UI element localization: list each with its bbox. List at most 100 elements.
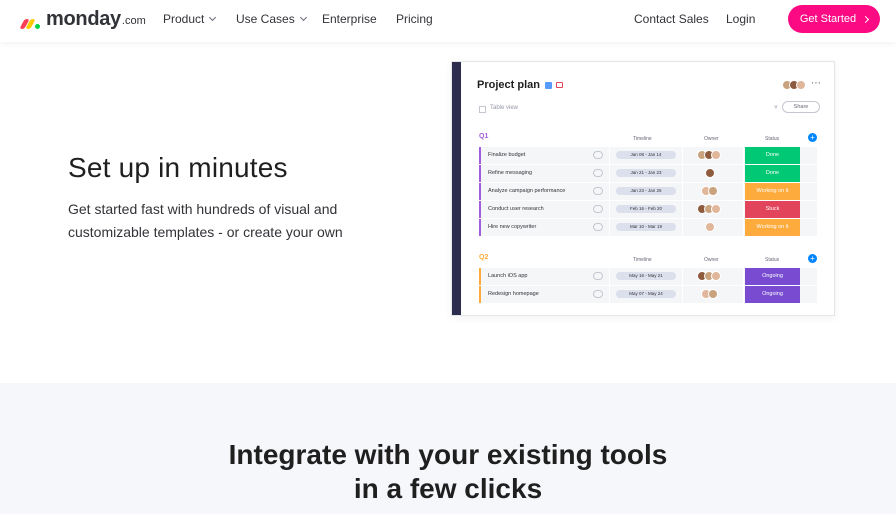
conversation-icon [593,151,603,159]
item-name: Launch iOS app [488,273,528,279]
share-label: Share [793,104,809,110]
timeline-pill: Feb 16 - Feb 20 [616,205,676,213]
conversation-icon [593,272,603,280]
table-row: Analyze campaign performance Jan 23 - Ja… [479,183,817,200]
owner-avatars [697,150,721,160]
nav-use-cases[interactable]: Use Cases [236,12,307,26]
nav-enterprise[interactable]: Enterprise [322,12,377,26]
avatar [711,204,721,214]
board-sidebar [452,62,461,315]
group-color-bar [479,201,481,218]
table-row: Redesign homepage May 07 - May 24 Ongoin… [479,286,817,303]
timeline-pill: May 16 - May 21 [616,272,676,280]
avatar [708,289,718,299]
group-color-bar [479,286,481,303]
avatar [711,150,721,160]
group-label-q1: Q1 [479,133,489,140]
group-color-bar [479,268,481,285]
column-header-timeline: Timeline [633,257,652,263]
share-button: Share [782,101,820,113]
nav-product-label: Product [163,12,205,26]
conversation-icon [593,205,603,213]
nav-pricing[interactable]: Pricing [396,12,433,26]
integrations-title-line2: in a few clicks [353,473,543,504]
board-title: Project plan [477,79,540,91]
nav-pricing-label: Pricing [396,12,433,26]
avatar [711,271,721,281]
item-name: Finalize budget [488,152,526,158]
conversation-icon [593,169,603,177]
top-navbar: monday .com Product Use Cases Enterprise… [0,0,896,42]
column-header-timeline: Timeline [633,136,652,142]
chevron-down-icon [299,13,307,22]
owner-avatars [705,168,715,178]
item-name: Redesign homepage [488,291,539,297]
nav-enterprise-label: Enterprise [322,12,377,26]
timeline-pill: Mar 10 - Mar 19 [616,223,676,231]
add-column-icon: + [808,254,817,263]
logo-suffix: .com [121,15,146,27]
avatar [708,186,718,196]
logo-wordmark: monday [46,8,121,30]
table-row: Hire new copywriter Mar 10 - Mar 19 Work… [479,219,817,236]
more-options-icon: ⋯ [811,78,821,89]
group-label-q2: Q2 [479,254,489,261]
conversation-icon [593,223,603,231]
chevron-down-icon [209,13,217,22]
item-name: Analyze campaign performance [488,188,566,194]
avatar [705,168,715,178]
board-preview: Project plan ⋯ Table view ▼ Share Q1 Tim… [451,61,835,316]
board-members [782,80,806,90]
table-row: Launch iOS app May 16 - May 21 Ongoing [479,268,817,285]
chevron-down-icon: ▼ [773,105,779,111]
avatar [705,222,715,232]
status-badge: Ongoing [745,286,800,303]
contact-sales-link[interactable]: Contact Sales [634,12,709,26]
item-name: Conduct user research [488,206,544,212]
get-started-button[interactable]: Get Started [788,5,880,33]
group-color-bar [479,183,481,200]
integrations-title: Integrate with your existing tools in a … [0,438,896,506]
group-color-bar [479,147,481,164]
timeline-pill: May 07 - May 24 [616,290,676,298]
monday-logo[interactable]: monday .com [19,6,146,30]
table-row: Conduct user research Feb 16 - Feb 20 St… [479,201,817,218]
owner-avatars [701,186,718,196]
owner-avatars [705,222,715,232]
nav-use-cases-label: Use Cases [236,12,295,26]
status-badge: Working on it [745,219,800,236]
item-name: Hire new copywriter [488,224,537,230]
timeline-pill: Jan 08 - Jan 14 [616,151,676,159]
logo-mark-icon [19,16,42,30]
column-header-status: Status [765,136,780,142]
conversation-icon [593,187,603,195]
owner-avatars [701,289,718,299]
section-title: Set up in minutes [68,152,288,183]
owner-avatars [697,271,721,281]
section-subtitle: Get started fast with hundreds of visual… [68,201,343,240]
login-link[interactable]: Login [726,12,755,26]
table-view-icon [479,106,486,113]
group-color-bar [479,219,481,236]
nav-product[interactable]: Product [163,12,217,26]
status-badge: Done [745,147,800,164]
integrations-title-line1: Integrate with your existing tools [228,439,668,470]
status-badge: Done [745,165,800,182]
column-header-owner: Owner [704,136,719,142]
status-badge: Stuck [745,201,800,218]
column-header-owner: Owner [704,257,719,263]
table-row: Refine messaging Jan 21 - Jan 23 Done [479,165,817,182]
add-column-icon: + [808,133,817,142]
get-started-label: Get Started [799,13,857,25]
owner-avatars [697,204,721,214]
chevron-right-icon [862,15,870,23]
view-selector: Table view [490,105,519,111]
timeline-pill: Jan 23 - Jan 26 [616,187,676,195]
board-info-icon [545,82,552,89]
status-badge: Ongoing [745,268,800,285]
avatar [796,80,806,90]
timeline-pill: Jan 21 - Jan 23 [616,169,676,177]
status-badge: Working on it [745,183,800,200]
item-name: Refine messaging [488,170,533,176]
conversation-icon [593,290,603,298]
